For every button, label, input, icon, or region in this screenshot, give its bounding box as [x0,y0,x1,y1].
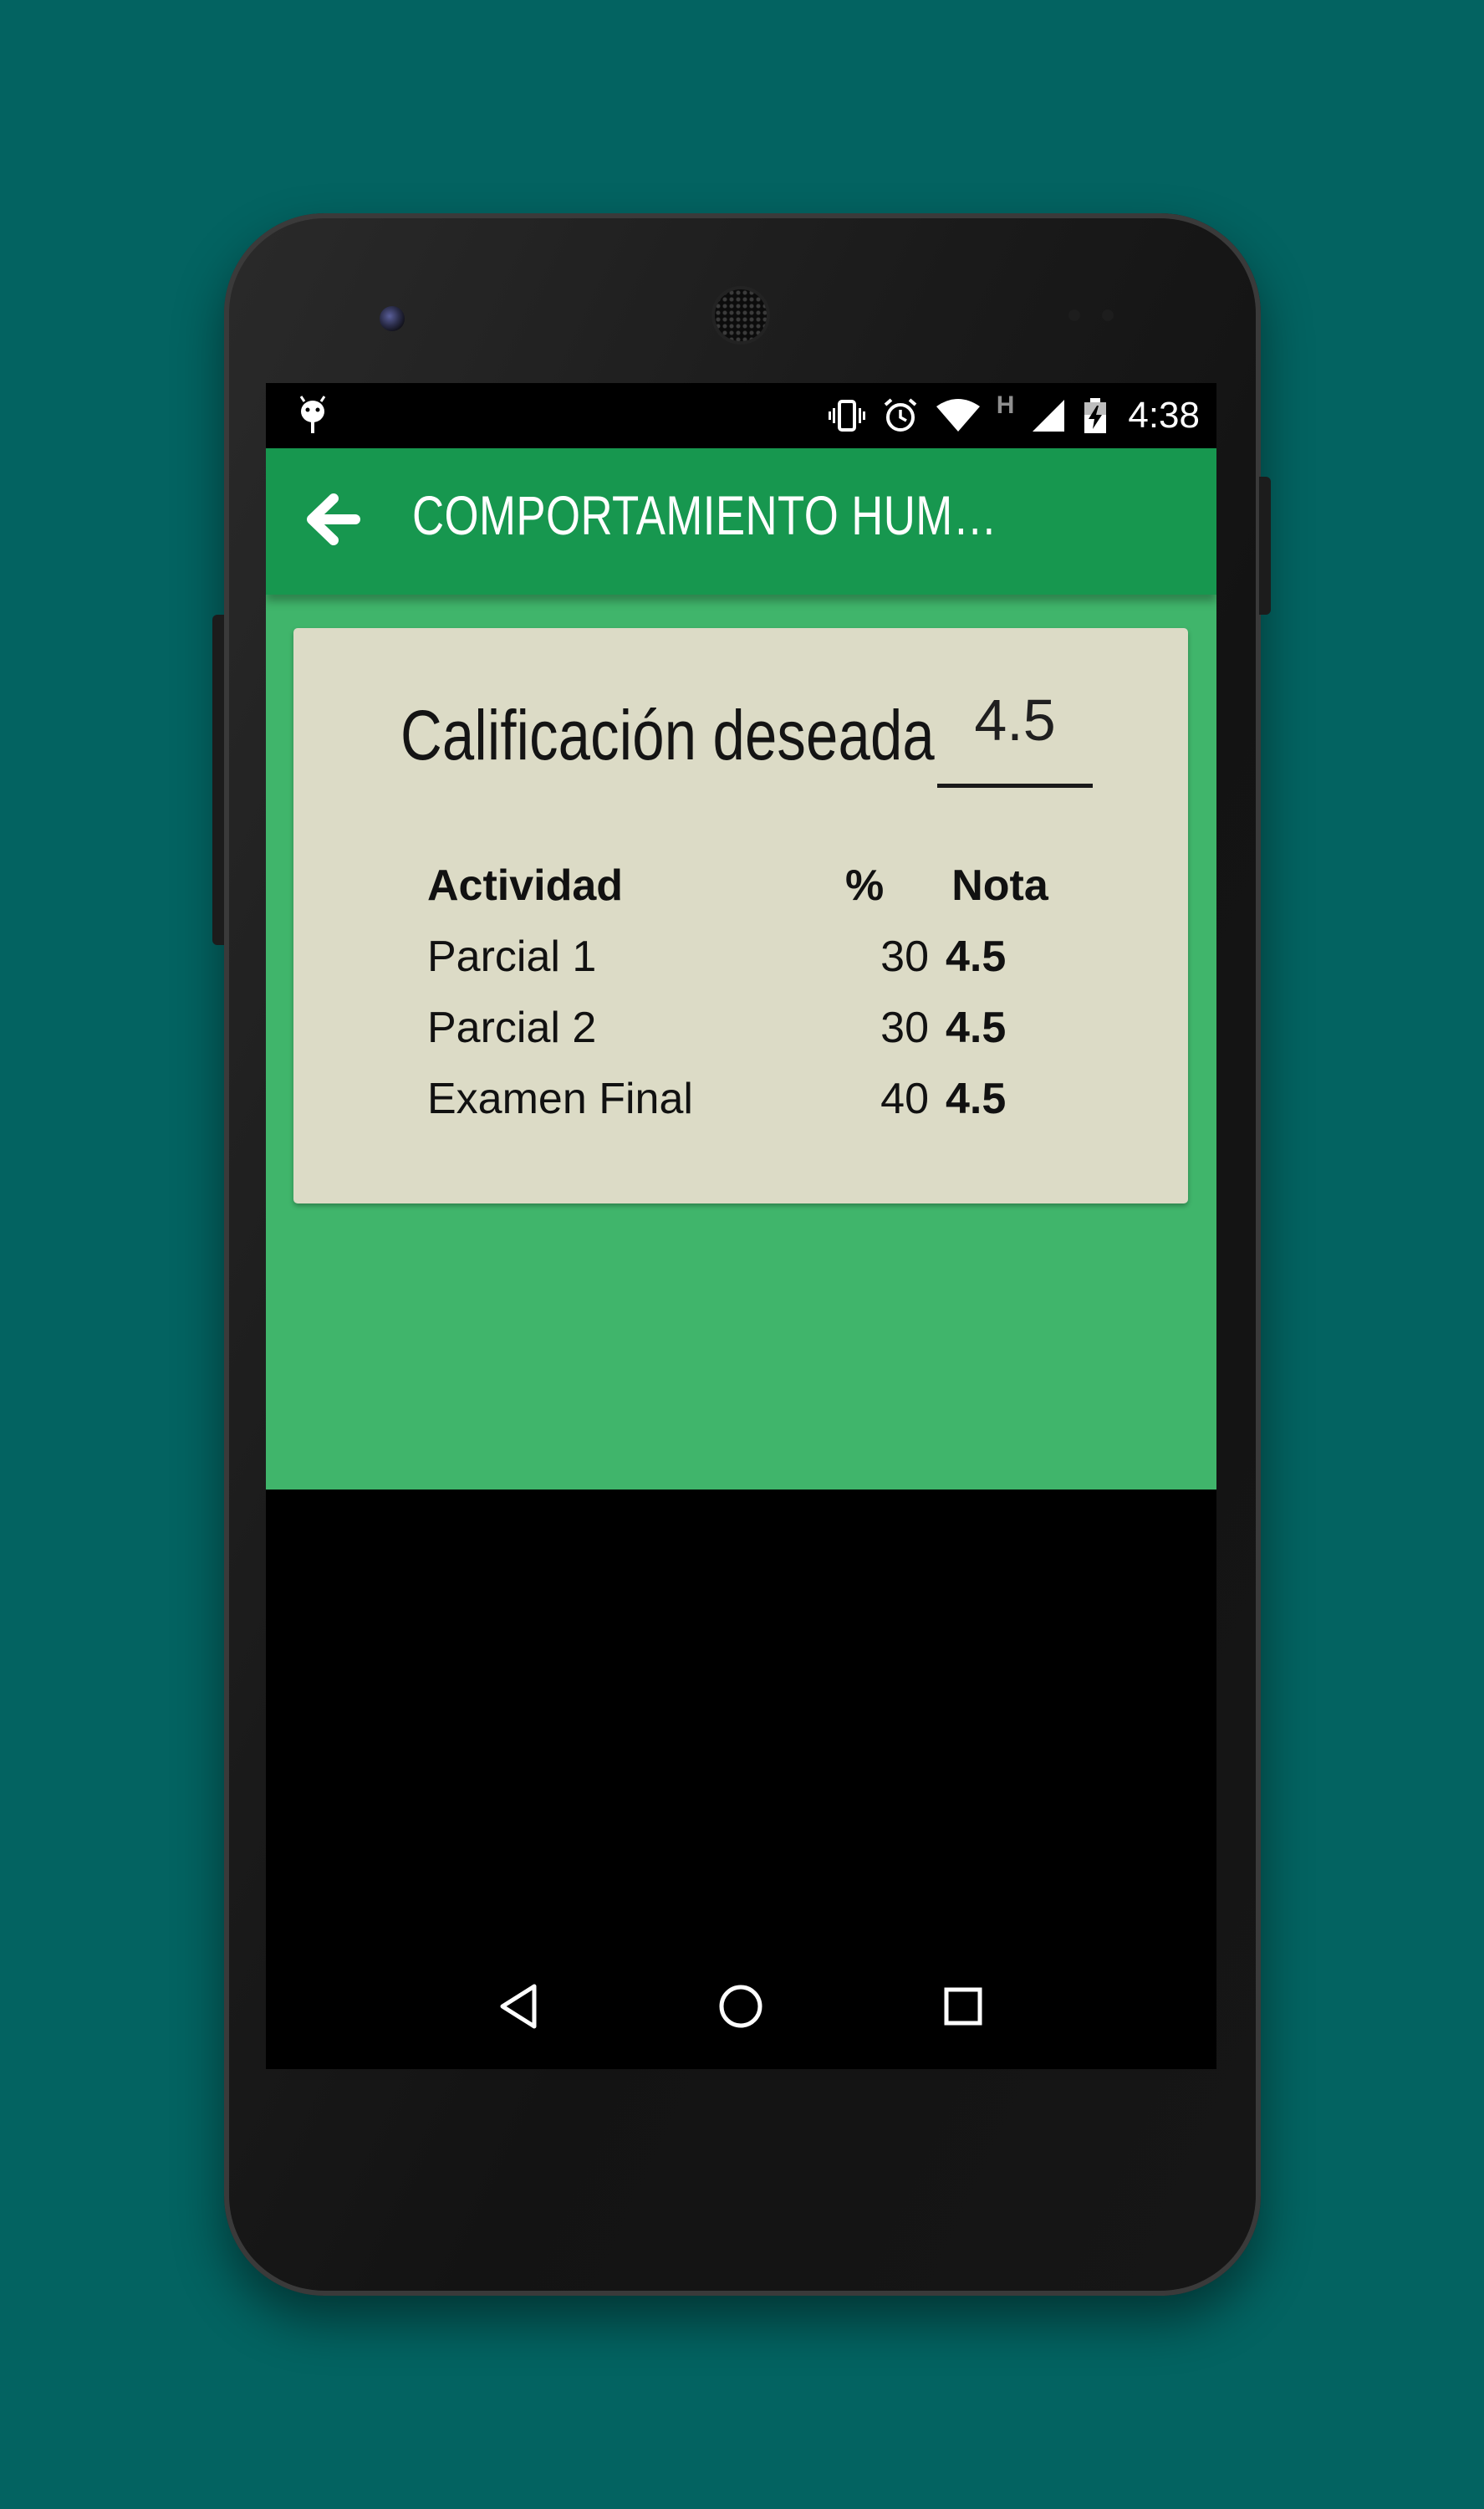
light-sensor [1102,309,1114,321]
nav-home-button[interactable] [699,1965,783,2048]
phone-screen: H 4:38 COMPORTAMIENTO HUMANO EN … Califi… [266,383,1216,2069]
desired-grade-label: Calificación deseada [400,696,935,774]
recents-square-icon [944,1987,982,2026]
desired-grade-input[interactable] [937,670,1093,788]
grades-card: Calificación deseada Actividad % Nota Pa… [293,628,1188,1203]
front-camera [380,306,405,331]
row-activity: Parcial 1 [427,932,597,981]
grades-table: Actividad % Nota Parcial 1 30 4.5 Parcia… [427,850,1071,1134]
nav-back-button[interactable] [477,1965,561,2048]
android-debug-icon [298,395,328,441]
earpiece-speaker [715,289,767,341]
row-percent: 40 [880,1074,929,1123]
header-percent: % [845,861,885,910]
content-area: Calificación deseada Actividad % Nota Pa… [266,595,1216,1490]
home-circle-icon [719,1985,762,2028]
back-triangle-icon [500,1984,537,2029]
network-type: H [996,391,1015,419]
page-title: COMPORTAMIENTO HUMANO EN … [412,484,1021,546]
table-row: Examen Final 40 4.5 [427,1063,1071,1134]
vibrate-icon [828,400,865,432]
row-percent: 30 [880,1003,929,1052]
cell-signal-icon [1033,400,1065,432]
row-grade: 4.5 [946,932,1007,981]
volume-button [212,615,224,945]
arrow-left-icon [307,493,360,545]
battery-charging-icon [1084,398,1107,433]
row-grade: 4.5 [946,1003,1007,1052]
nav-recents-button[interactable] [921,1965,1005,2048]
power-button [1259,477,1271,615]
proximity-sensor [1068,309,1080,321]
table-row: Parcial 2 30 4.5 [427,992,1071,1063]
header-grade: Nota [951,861,1048,910]
table-row: Parcial 1 30 4.5 [427,921,1071,992]
alarm-icon [884,398,916,432]
status-bar: H 4:38 [266,383,1216,448]
app-bar: COMPORTAMIENTO HUMANO EN … [266,448,1216,595]
status-clock: 4:38 [1128,395,1200,436]
back-button[interactable] [299,486,366,553]
row-percent: 30 [880,932,929,981]
wifi-icon [936,399,980,432]
header-activity: Actividad [427,861,624,910]
row-activity: Examen Final [427,1074,693,1123]
nav-bar [266,1944,1216,2069]
row-activity: Parcial 2 [427,1003,597,1052]
row-grade: 4.5 [946,1074,1007,1123]
table-header-row: Actividad % Nota [427,850,1071,921]
